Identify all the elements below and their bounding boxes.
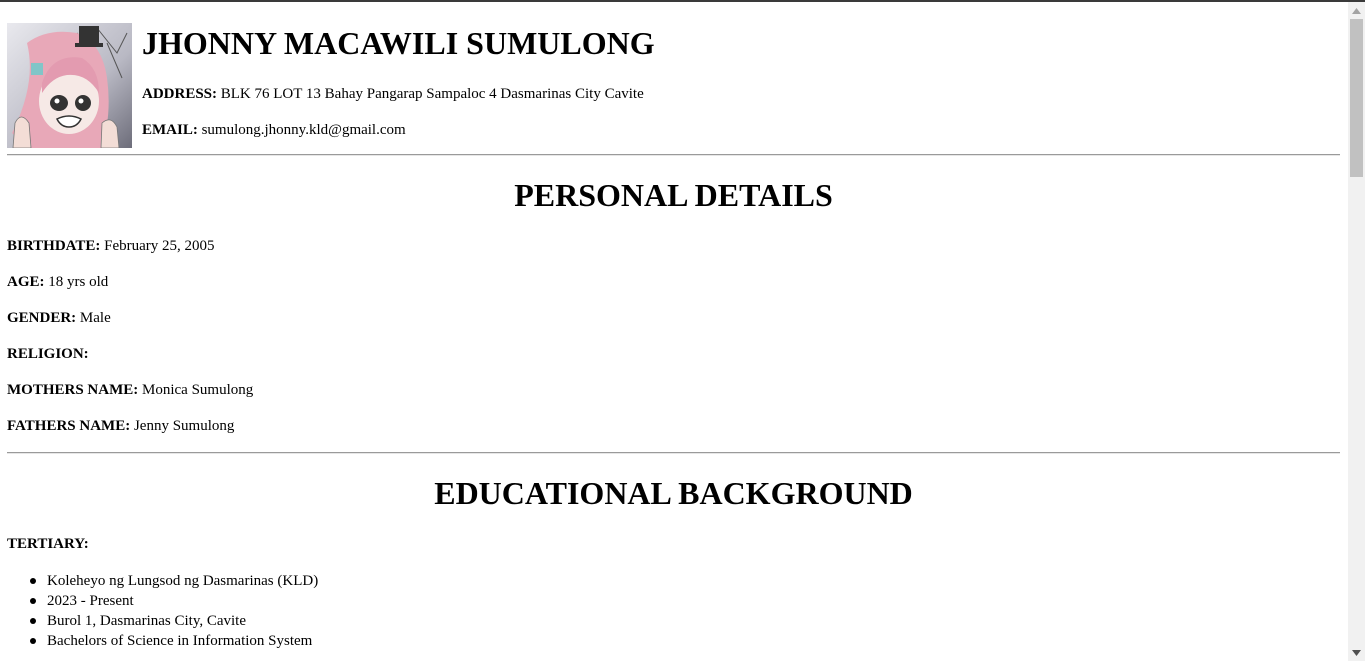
detail-gender: GENDER: Male — [7, 309, 111, 327]
triangle-up-icon — [1352, 7, 1361, 14]
tertiary-label-line: TERTIARY: — [7, 535, 89, 553]
divider-header — [7, 154, 1340, 156]
tertiary-label: TERTIARY: — [7, 536, 89, 552]
detail-value: Monica Sumulong — [142, 382, 254, 398]
detail-label: GENDER: — [7, 310, 77, 326]
detail-value: Jenny Sumulong — [133, 418, 235, 434]
detail-value: February 25, 2005 — [104, 238, 215, 254]
detail-label: BIRTHDATE: — [7, 238, 101, 254]
triangle-down-icon — [1352, 649, 1361, 656]
email-line: EMAIL: sumulong.jhonny.kld@gmail.com — [142, 121, 406, 139]
tertiary-list: Koleheyo ng Lungsod ng Dasmarinas (KLD) … — [7, 571, 318, 651]
detail-mothers-name: MOTHERS NAME: Monica Sumulong — [7, 381, 253, 399]
resume-page: JHONNY MACAWILI SUMULONG ADDRESS: BLK 76… — [0, 2, 1348, 661]
detail-label: MOTHERS NAME: — [7, 382, 139, 398]
scroll-thumb[interactable] — [1350, 19, 1363, 177]
detail-label: AGE: — [7, 274, 45, 290]
detail-religion: RELIGION: — [7, 345, 89, 363]
address-value: BLK 76 LOT 13 Bahay Pangarap Sampaloc 4 … — [220, 86, 644, 102]
list-item: 2023 - Present — [7, 591, 318, 611]
email-label: EMAIL: — [142, 122, 198, 138]
detail-label: RELIGION: — [7, 346, 89, 362]
address-line: ADDRESS: BLK 76 LOT 13 Bahay Pangarap Sa… — [142, 85, 644, 103]
address-label: ADDRESS: — [142, 86, 218, 102]
detail-label: FATHERS NAME: — [7, 418, 131, 434]
detail-value: Male — [79, 310, 111, 326]
email-value: sumulong.jhonny.kld@gmail.com — [201, 122, 406, 138]
list-item: Bachelors of Science in Information Syst… — [7, 631, 318, 651]
list-item: Burol 1, Dasmarinas City, Cavite — [7, 611, 318, 631]
divider-personal — [7, 452, 1340, 454]
applicant-name: JHONNY MACAWILI SUMULONG — [142, 25, 655, 61]
avatar-image — [7, 23, 132, 148]
detail-age: AGE: 18 yrs old — [7, 273, 108, 291]
detail-birthdate: BIRTHDATE: February 25, 2005 — [7, 237, 215, 255]
resume-header: JHONNY MACAWILI SUMULONG ADDRESS: BLK 76… — [7, 23, 1340, 149]
profile-avatar — [7, 23, 132, 148]
list-item: Koleheyo ng Lungsod ng Dasmarinas (KLD) — [7, 571, 318, 591]
educational-background-heading: EDUCATIONAL BACKGROUND — [434, 475, 913, 511]
scroll-down-arrow[interactable] — [1348, 644, 1365, 661]
detail-fathers-name: FATHERS NAME: Jenny Sumulong — [7, 417, 234, 435]
detail-value: 18 yrs old — [48, 274, 109, 290]
personal-details-heading: PERSONAL DETAILS — [514, 177, 833, 213]
vertical-scrollbar[interactable] — [1348, 2, 1365, 661]
scroll-up-arrow[interactable] — [1348, 2, 1365, 19]
